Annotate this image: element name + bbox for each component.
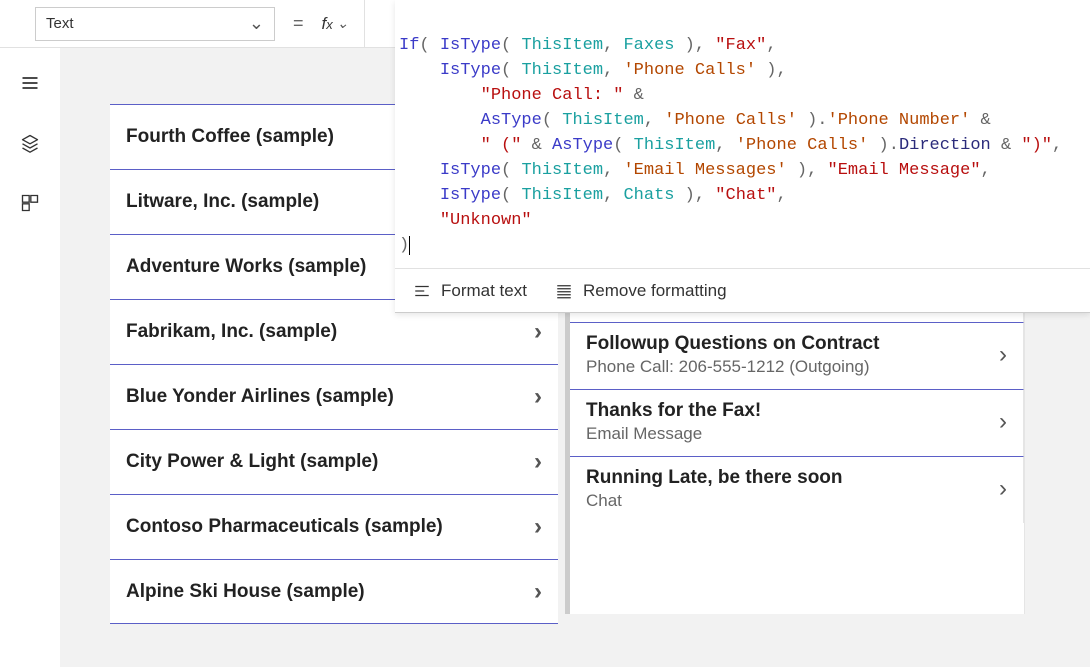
- account-name: Alpine Ski House (sample): [126, 581, 365, 603]
- account-name: City Power & Light (sample): [126, 451, 378, 473]
- format-text-label: Format text: [441, 281, 527, 301]
- account-name: Blue Yonder Airlines (sample): [126, 386, 394, 408]
- chevron-right-icon: ›: [534, 318, 542, 346]
- layers-icon[interactable]: [20, 133, 40, 153]
- remove-formatting-label: Remove formatting: [583, 281, 727, 301]
- activity-title: Thanks for the Fax!: [586, 400, 761, 422]
- format-text-icon: [413, 282, 431, 300]
- hamburger-icon[interactable]: [20, 73, 40, 93]
- account-row[interactable]: City Power & Light (sample) ›: [110, 429, 558, 494]
- activity-row[interactable]: Thanks for the Fax! Email Message ›: [570, 389, 1024, 456]
- property-selector[interactable]: Text ⌄: [35, 7, 275, 41]
- account-name: Adventure Works (sample): [126, 256, 366, 278]
- activity-title: Followup Questions on Contract: [586, 333, 879, 355]
- account-name: Fourth Coffee (sample): [126, 126, 334, 148]
- chevron-right-icon: ›: [534, 513, 542, 541]
- chevron-down-icon: ⌄: [249, 13, 264, 34]
- account-name: Contoso Pharmaceuticals (sample): [126, 516, 443, 538]
- chevron-right-icon: ›: [534, 448, 542, 476]
- fx-button[interactable]: fx ⌄: [322, 0, 366, 48]
- formula-toolbar: Format text Remove formatting: [395, 268, 1090, 312]
- activity-title: Running Late, be there soon: [586, 467, 843, 489]
- formula-editor[interactable]: If( IsType( ThisItem, Faxes ), "Fax", Is…: [395, 0, 1090, 313]
- chevron-right-icon: ›: [534, 578, 542, 606]
- chevron-down-icon: ⌄: [337, 15, 349, 32]
- property-selector-value: Text: [46, 15, 74, 32]
- activity-blank-row: [570, 523, 1024, 603]
- activity-row[interactable]: Followup Questions on Contract Phone Cal…: [570, 322, 1024, 389]
- chevron-right-icon: ›: [999, 408, 1007, 436]
- chevron-right-icon: ›: [534, 383, 542, 411]
- activity-subtitle: Email Message: [586, 424, 761, 444]
- activity-row[interactable]: Running Late, be there soon Chat ›: [570, 456, 1024, 523]
- formula-code[interactable]: If( IsType( ThisItem, Faxes ), "Fax", Is…: [395, 0, 1090, 268]
- equals-label: =: [293, 13, 304, 34]
- account-name: Fabrikam, Inc. (sample): [126, 321, 337, 343]
- activity-subtitle: Phone Call: 206-555-1212 (Outgoing): [586, 357, 879, 377]
- remove-formatting-icon: [555, 282, 573, 300]
- account-row[interactable]: Blue Yonder Airlines (sample) ›: [110, 364, 558, 429]
- chevron-right-icon: ›: [999, 475, 1007, 503]
- account-row[interactable]: Alpine Ski House (sample) ›: [110, 559, 558, 624]
- activity-subtitle: Chat: [586, 491, 843, 511]
- account-name: Litware, Inc. (sample): [126, 191, 319, 213]
- components-icon[interactable]: [20, 193, 40, 213]
- fx-label: fx: [322, 14, 333, 34]
- format-text-button[interactable]: Format text: [413, 281, 527, 301]
- remove-formatting-button[interactable]: Remove formatting: [555, 281, 727, 301]
- left-nav-rail: [0, 48, 60, 667]
- chevron-right-icon: ›: [999, 341, 1007, 369]
- account-row[interactable]: Contoso Pharmaceuticals (sample) ›: [110, 494, 558, 559]
